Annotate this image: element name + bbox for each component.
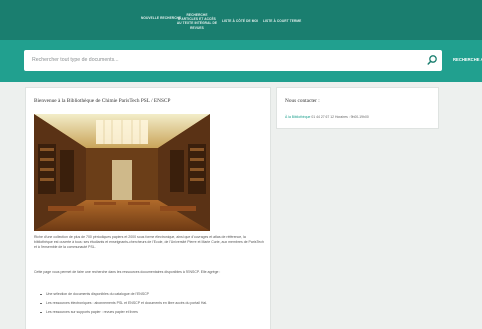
resources-list: Une sélection de documents disponibles d… [40, 292, 260, 319]
list-item: Les ressources sur supports papier : rev… [40, 310, 260, 315]
library-photo [34, 114, 210, 231]
search-icon [427, 55, 437, 65]
search-placeholder: Rechercher tout type de documents... [32, 57, 119, 63]
contact-title: Nous contacter : [285, 98, 320, 104]
list-item: Les ressources électroniques : abonnemen… [40, 301, 260, 306]
top-navigation-bar: NOUVELLE RECHERCHE RECHERCHE D'ARTICLES … [0, 0, 482, 40]
contact-card: Nous contacter : À la Bibliothèque 01 44… [276, 87, 439, 129]
welcome-card: Bienvenue à la Bibliothèque de Chimie Pa… [25, 87, 271, 329]
search-input[interactable]: Rechercher tout type de documents... [24, 50, 442, 71]
contact-line: À la Bibliothèque 01 44 27 67 12 Horaire… [285, 115, 369, 120]
library-reading-room-image [34, 114, 210, 231]
advanced-search-link[interactable]: RECHERCHE AVANCÉE [453, 56, 482, 64]
library-link[interactable]: À la Bibliothèque [285, 115, 310, 119]
welcome-title: Bienvenue à la Bibliothèque de Chimie Pa… [34, 98, 171, 104]
nav-link-list-beside-me[interactable]: LISTE À CÔTÉ DE MOI [222, 19, 258, 23]
contact-details: 01 44 27 67 12 Horaires : 9h00-19h00 [311, 115, 369, 119]
welcome-paragraph-1: Riche d'une collection de plus de 700 pé… [34, 235, 264, 249]
search-submit-button[interactable] [425, 53, 439, 68]
nav-link-articles-search[interactable]: RECHERCHE D'ARTICLES ET ACCÈS AU TEXTE I… [176, 13, 218, 30]
list-item: Une sélection de documents disponibles d… [40, 292, 260, 297]
nav-link-short-term-list[interactable]: LISTE À COURT TERME [263, 19, 301, 23]
welcome-paragraph-2: Cette page vous permet de faire une rech… [34, 270, 221, 274]
